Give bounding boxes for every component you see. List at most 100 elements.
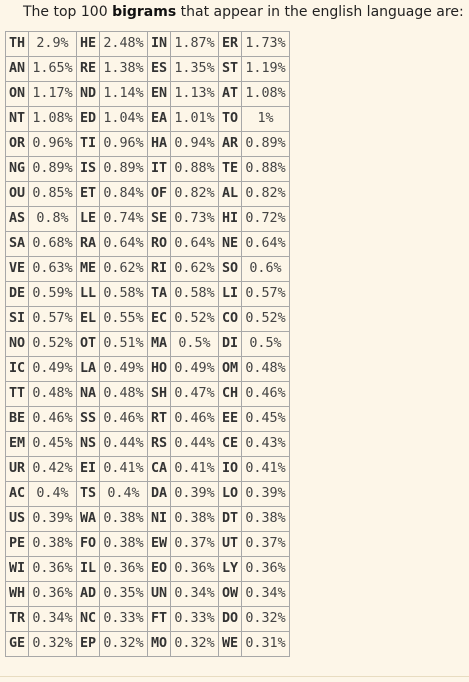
bigram-cell: RO (147, 231, 171, 257)
bigram-cell: LA (76, 356, 100, 382)
bigram-cell: OW (218, 581, 242, 607)
table-row: EM 0.45% NS 0.44% RS 0.44% CE 0.43% (5, 431, 290, 457)
frequency-cell: 0.89% (99, 156, 148, 182)
frequency-cell: 0.36% (28, 581, 77, 607)
bigram-cell: IS (76, 156, 100, 182)
bigram-cell: LY (218, 556, 242, 582)
bigram-cell: NO (5, 331, 29, 357)
frequency-cell: 0.36% (170, 556, 219, 582)
frequency-cell: 0.43% (241, 431, 290, 457)
frequency-cell: 0.41% (170, 456, 219, 482)
bigram-cell: RA (76, 231, 100, 257)
table-row: OR 0.96% TI 0.96% HA 0.94% AR 0.89% (5, 131, 290, 157)
frequency-cell: 0.32% (241, 606, 290, 632)
bigram-cell: IT (147, 156, 171, 182)
bigram-cell: WE (218, 631, 242, 657)
frequency-cell: 0.38% (99, 531, 148, 557)
bigram-cell: SO (218, 256, 242, 282)
bigram-cell: WA (76, 506, 100, 532)
bigram-cell: CA (147, 456, 171, 482)
table-row: NT 1.08% ED 1.04% EA 1.01% TO 1% (5, 106, 290, 132)
bigram-cell: FT (147, 606, 171, 632)
frequency-cell: 0.33% (99, 606, 148, 632)
frequency-cell: 1.01% (170, 106, 219, 132)
bigram-cell: LE (76, 206, 100, 232)
bigram-cell: AL (218, 181, 242, 207)
frequency-cell: 0.49% (28, 356, 77, 382)
frequency-cell: 0.47% (170, 381, 219, 407)
bigram-cell: BE (5, 406, 29, 432)
bigram-cell: EI (76, 456, 100, 482)
bigram-cell: NT (5, 106, 29, 132)
table-row: ON 1.17% ND 1.14% EN 1.13% AT 1.08% (5, 81, 290, 107)
table-row: UR 0.42% EI 0.41% CA 0.41% IO 0.41% (5, 456, 290, 482)
frequency-cell: 0.48% (28, 381, 77, 407)
bigram-cell: OT (76, 331, 100, 357)
frequency-cell: 0.45% (28, 431, 77, 457)
bigram-cell: UT (218, 531, 242, 557)
frequency-cell: 1.08% (241, 81, 290, 107)
table-row: BE 0.46% SS 0.46% RT 0.46% EE 0.45% (5, 406, 290, 432)
frequency-cell: 0.63% (28, 256, 77, 282)
frequency-cell: 0.49% (170, 356, 219, 382)
bigram-cell: HE (76, 31, 100, 57)
frequency-cell: 1.08% (28, 106, 77, 132)
frequency-cell: 0.36% (28, 556, 77, 582)
bigram-cell: EE (218, 406, 242, 432)
table-row: NO 0.52% OT 0.51% MA 0.5% DI 0.5% (5, 331, 290, 357)
frequency-cell: 0.46% (28, 406, 77, 432)
bigram-cell: OR (5, 131, 29, 157)
bigram-cell: RE (76, 56, 100, 82)
frequency-cell: 0.64% (170, 231, 219, 257)
frequency-cell: 0.5% (170, 331, 219, 357)
bigram-cell: ME (76, 256, 100, 282)
bigram-cell: DI (218, 331, 242, 357)
bigram-cell: ET (76, 181, 100, 207)
frequency-cell: 0.39% (170, 481, 219, 507)
frequency-cell: 0.84% (99, 181, 148, 207)
frequency-cell: 0.96% (28, 131, 77, 157)
table-row: SI 0.57% EL 0.55% EC 0.52% CO 0.52% (5, 306, 290, 332)
bigram-cell: DO (218, 606, 242, 632)
bigram-cell: ER (218, 31, 242, 57)
frequency-cell: 1.17% (28, 81, 77, 107)
frequency-cell: 0.5% (241, 331, 290, 357)
bigram-cell: ST (218, 56, 242, 82)
frequency-cell: 0.68% (28, 231, 77, 257)
frequency-cell: 1.87% (170, 31, 219, 57)
frequency-cell: 0.64% (241, 231, 290, 257)
bigram-cell: NS (76, 431, 100, 457)
frequency-cell: 0.88% (170, 156, 219, 182)
frequency-cell: 0.36% (99, 556, 148, 582)
bigram-cell: AT (218, 81, 242, 107)
frequency-cell: 0.48% (241, 356, 290, 382)
bigram-cell: VE (5, 256, 29, 282)
frequency-cell: 1.13% (170, 81, 219, 107)
bigram-cell: ND (76, 81, 100, 107)
bigram-cell: ED (76, 106, 100, 132)
table-row: OU 0.85% ET 0.84% OF 0.82% AL 0.82% (5, 181, 290, 207)
frequency-cell: 0.82% (170, 181, 219, 207)
frequency-cell: 0.46% (241, 381, 290, 407)
frequency-cell: 1.19% (241, 56, 290, 82)
bigram-cell: TA (147, 281, 171, 307)
table-row: GE 0.32% EP 0.32% MO 0.32% WE 0.31% (5, 631, 290, 657)
frequency-cell: 1.04% (99, 106, 148, 132)
frequency-cell: 0.82% (241, 181, 290, 207)
frequency-cell: 0.55% (99, 306, 148, 332)
bigram-cell: CO (218, 306, 242, 332)
frequency-cell: 0.44% (170, 431, 219, 457)
frequency-cell: 0.51% (99, 331, 148, 357)
bigram-cell: HI (218, 206, 242, 232)
frequency-cell: 0.52% (241, 306, 290, 332)
frequency-cell: 0.32% (170, 631, 219, 657)
bigram-cell: LO (218, 481, 242, 507)
bigram-cell: WH (5, 581, 29, 607)
bigram-cell: SA (5, 231, 29, 257)
bigram-cell: PE (5, 531, 29, 557)
frequency-cell: 0.39% (28, 506, 77, 532)
frequency-cell: 0.6% (241, 256, 290, 282)
table-row: WI 0.36% IL 0.36% EO 0.36% LY 0.36% (5, 556, 290, 582)
frequency-cell: 0.85% (28, 181, 77, 207)
bigram-cell: TI (76, 131, 100, 157)
